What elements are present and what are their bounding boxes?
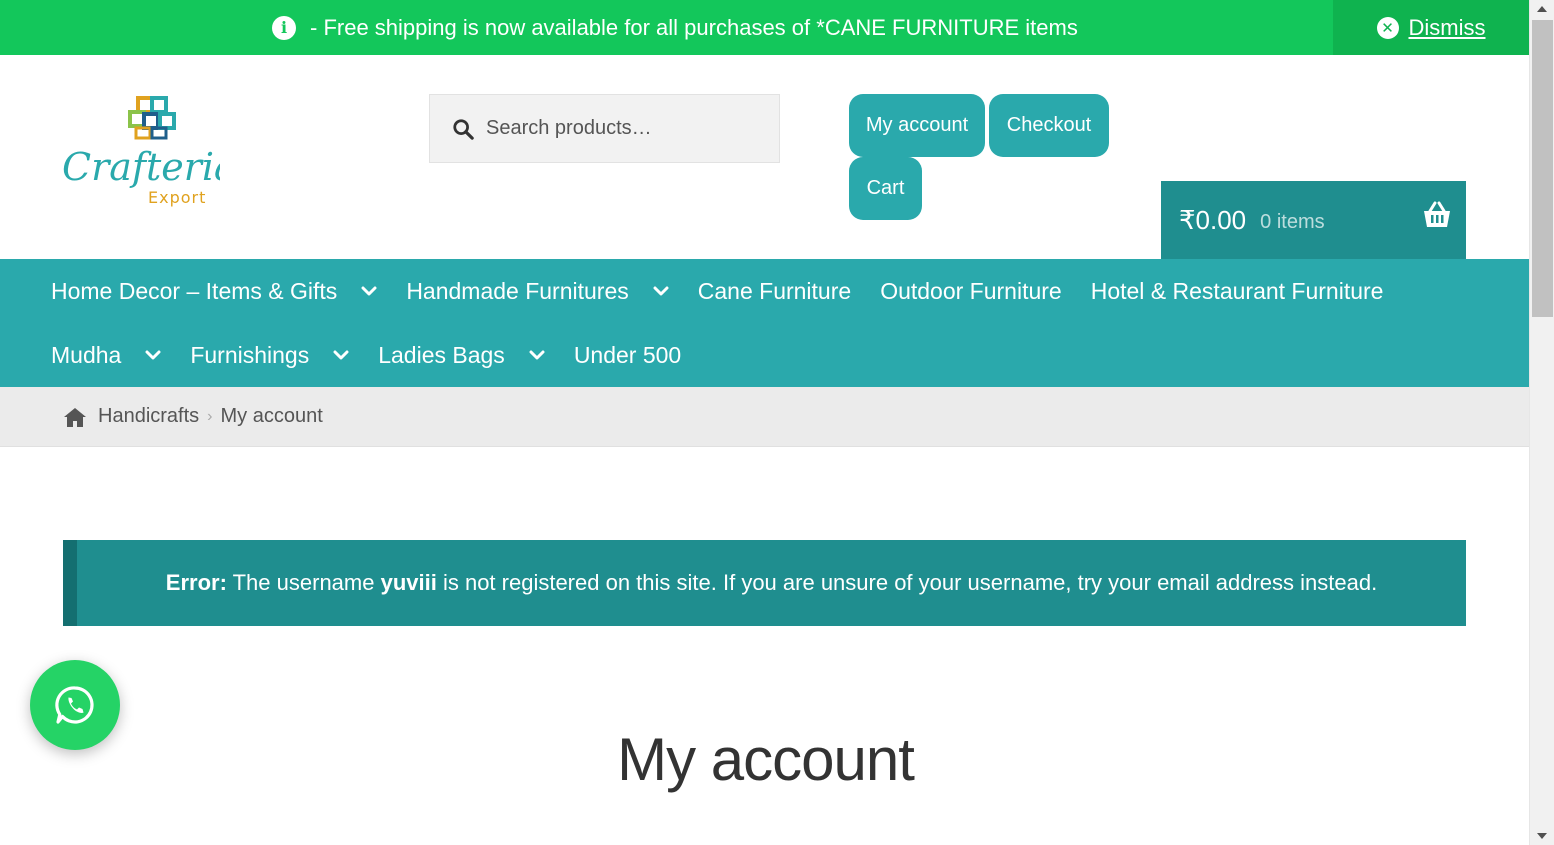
scroll-down-arrow-icon[interactable]: [1537, 833, 1547, 839]
search-icon: [453, 118, 474, 140]
chevron-down-icon[interactable]: [333, 350, 349, 360]
breadcrumb-home-link[interactable]: Handicrafts: [98, 405, 199, 428]
dismiss-link[interactable]: ✕ Dismiss: [1333, 0, 1529, 55]
whatsapp-chat-button[interactable]: [30, 660, 120, 750]
my-account-button[interactable]: My account: [849, 94, 985, 157]
checkout-button[interactable]: Checkout: [989, 94, 1109, 157]
logo-brand-text: Crafteria: [62, 145, 220, 189]
error-notice: Error: The username yuviii is not regist…: [63, 540, 1466, 626]
whatsapp-icon: [55, 686, 94, 724]
error-text-b: is not registered on this site. If you a…: [436, 570, 1378, 595]
nav-item-handmade-furnitures[interactable]: Handmade Furnitures: [406, 277, 669, 305]
scroll-up-arrow-icon[interactable]: [1537, 6, 1547, 12]
error-username: yuviii: [380, 570, 437, 595]
nav-item-furnishings[interactable]: Furnishings: [190, 342, 349, 369]
nav-item-label: Furnishings: [190, 341, 310, 368]
cart-item-count: 0 items: [1260, 210, 1325, 233]
site-logo[interactable]: Crafteria Export: [60, 92, 237, 212]
cart-button[interactable]: Cart: [849, 157, 922, 220]
nav-item-mudha[interactable]: Mudha: [51, 342, 161, 369]
nav-row-2: Mudha Furnishings Ladies Bags Under 500: [51, 323, 710, 387]
product-search[interactable]: [429, 94, 780, 163]
store-notice-bar: i - Free shipping is now available for a…: [0, 0, 1529, 55]
nav-item-label: Hotel & Restaurant Furniture: [1090, 277, 1384, 304]
nav-item-under-500[interactable]: Under 500: [574, 342, 681, 369]
notice-text: - Free shipping is now available for all…: [310, 14, 1078, 40]
chevron-down-icon[interactable]: [145, 350, 161, 360]
close-circle-icon: ✕: [1376, 16, 1399, 39]
breadcrumb: Handicrafts › My account: [0, 387, 1529, 447]
error-message: Error: The username yuviii is not regist…: [166, 570, 1377, 596]
nav-item-label: Mudha: [51, 341, 122, 368]
nav-item-ladies-bags[interactable]: Ladies Bags: [378, 342, 545, 369]
dismiss-label: Dismiss: [1408, 14, 1486, 40]
basket-icon: [1424, 201, 1450, 227]
logo-sub-text: Export: [148, 188, 206, 207]
nav-item-label: Handmade Furnitures: [406, 277, 629, 304]
nav-item-home-decor[interactable]: Home Decor – Items & Gifts: [51, 278, 377, 305]
chevron-down-icon[interactable]: [653, 286, 669, 296]
page-scrollbar[interactable]: [1529, 0, 1554, 845]
crafteria-logo-icon: Crafteria Export: [62, 96, 237, 207]
info-icon: i: [272, 15, 296, 40]
nav-item-label: Ladies Bags: [378, 341, 505, 368]
nav-item-label: Home Decor – Items & Gifts: [51, 277, 338, 304]
primary-navigation: Home Decor – Items & Gifts Handmade Furn…: [0, 259, 1529, 387]
nav-item-label: Cane Furniture: [697, 277, 852, 304]
nav-row-1: Home Decor – Items & Gifts Handmade Furn…: [51, 259, 1412, 323]
chevron-down-icon[interactable]: [361, 286, 377, 296]
nav-item-label: Under 500: [573, 341, 682, 368]
nav-item-cane-furniture[interactable]: Cane Furniture: [698, 278, 851, 305]
cart-amount: ₹0.00: [1179, 204, 1247, 235]
error-prefix: Error:: [165, 570, 227, 595]
scrollbar-thumb[interactable]: [1532, 20, 1553, 317]
nav-item-hotel-restaurant-furniture[interactable]: Hotel & Restaurant Furniture: [1091, 278, 1384, 305]
breadcrumb-current: My account: [220, 405, 323, 427]
nav-item-label: Outdoor Furniture: [880, 277, 1062, 304]
page-title: My account: [617, 726, 915, 793]
mini-cart[interactable]: ₹0.00 0 items: [1161, 181, 1466, 259]
breadcrumb-separator: ›: [207, 407, 213, 425]
chevron-down-icon[interactable]: [529, 350, 545, 360]
search-input[interactable]: [486, 117, 766, 140]
nav-item-outdoor-furniture[interactable]: Outdoor Furniture: [880, 278, 1062, 305]
home-icon: [64, 407, 86, 427]
error-text-a: The username: [226, 570, 381, 595]
notice-message: i - Free shipping is now available for a…: [272, 0, 1078, 55]
